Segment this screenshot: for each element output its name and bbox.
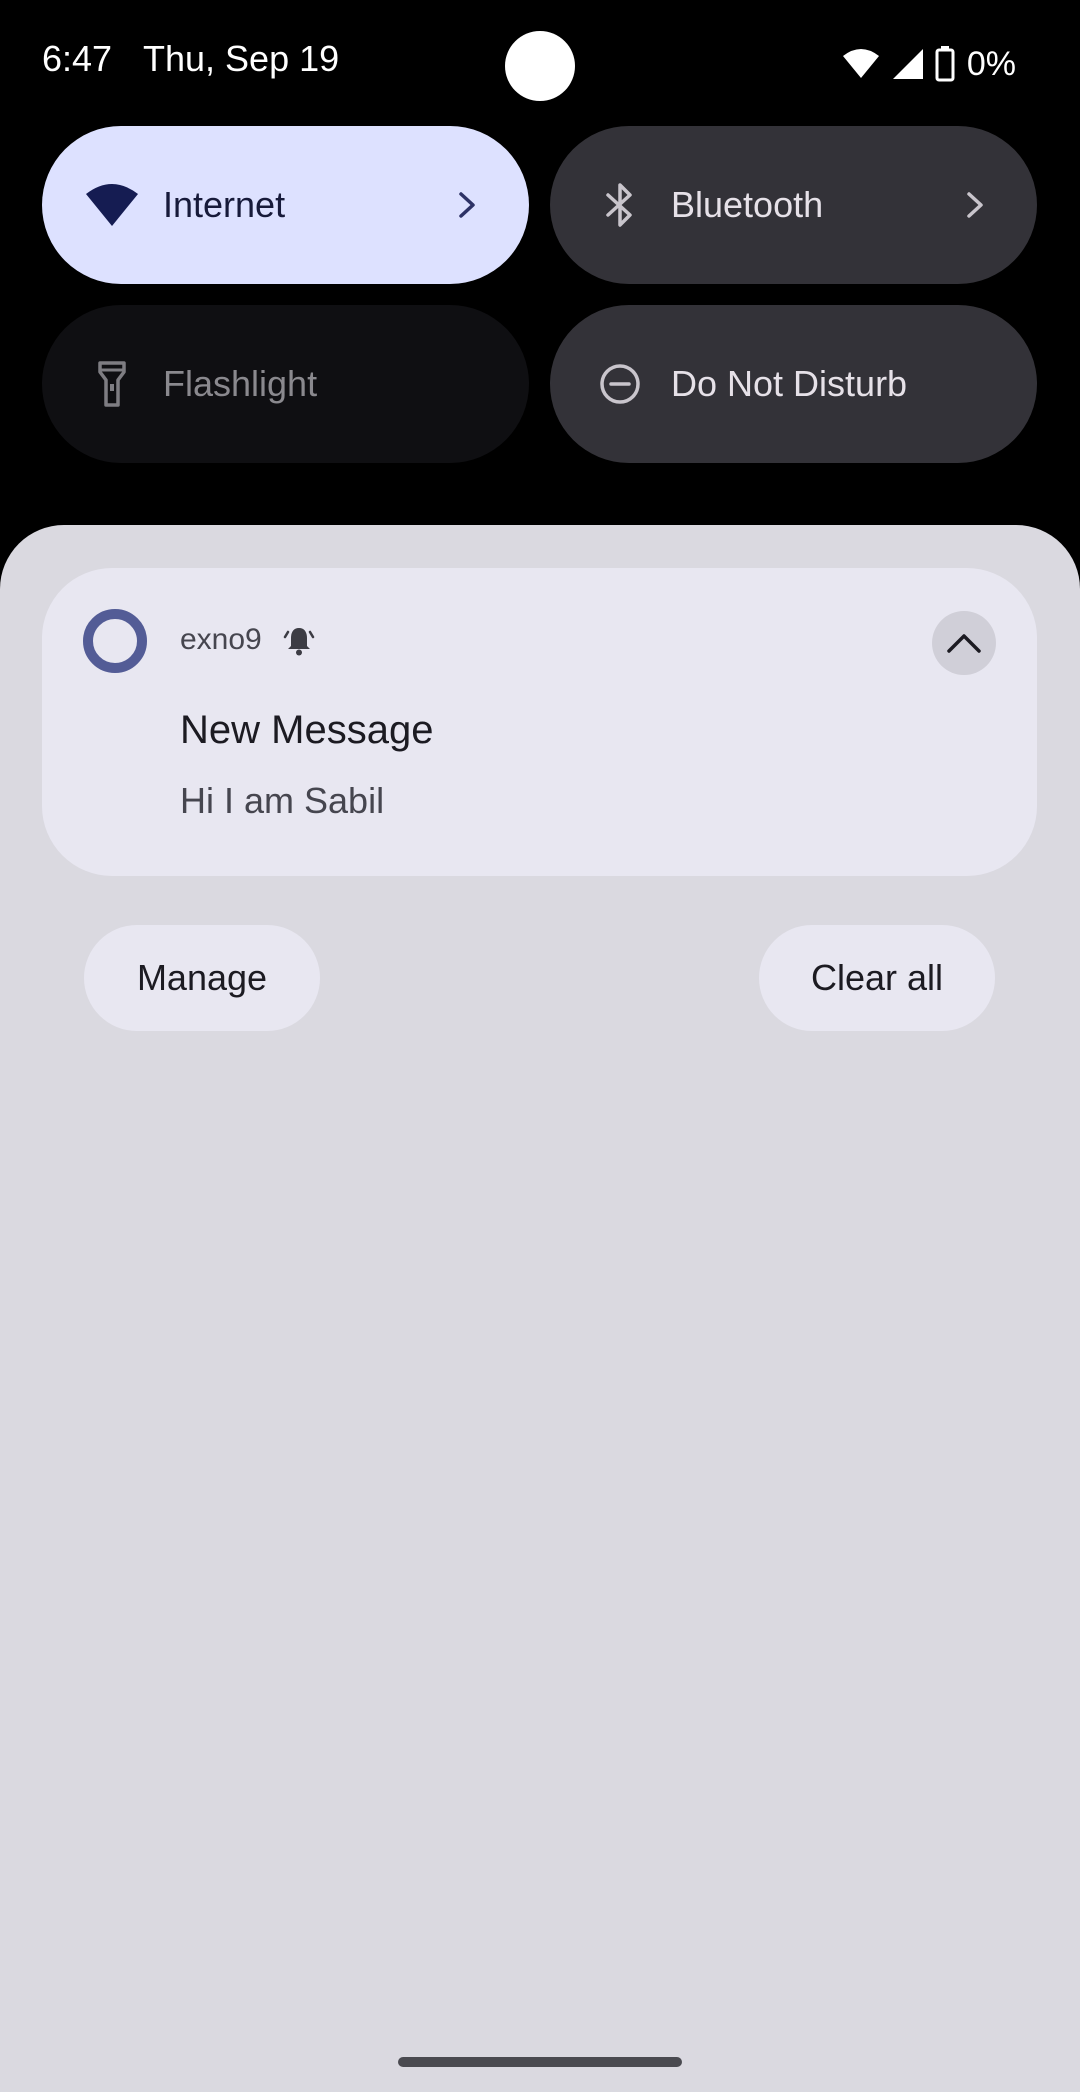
notification-title: New Message [180,708,434,752]
do-not-disturb-icon [592,356,648,412]
tile-do-not-disturb-label: Do Not Disturb [671,363,908,404]
chevron-right-icon[interactable] [955,185,995,225]
battery-percentage: 0% [966,44,1016,83]
tile-do-not-disturb[interactable]: Do Not Disturb [550,305,1037,463]
flashlight-icon [84,356,140,412]
bell-icon [282,624,316,658]
tile-internet[interactable]: Internet [42,126,529,284]
tile-internet-label: Internet [163,184,286,225]
chevron-up-icon [947,634,981,653]
status-icons: 0% [841,44,1016,84]
notification-app-name: exno9 [180,623,262,656]
status-date: Thu, Sep 19 [143,38,340,79]
notification-shade: exno9 New Message Hi I am Sabil Manage C… [0,525,1080,2092]
home-indicator[interactable] [398,2057,682,2067]
notification-shade-screen: 6:47 Thu, Sep 19 0% Internet Bluetooth F… [0,0,1080,2092]
battery-icon [935,46,955,82]
bluetooth-icon [592,177,648,233]
wifi-icon [84,177,140,233]
wifi-icon [842,49,879,78]
status-bar: 6:47 Thu, Sep 19 0% [0,0,1080,126]
manage-button[interactable]: Manage [84,925,320,1031]
clear-all-button[interactable]: Clear all [759,925,995,1031]
chevron-right-icon[interactable] [447,185,487,225]
status-time: 6:47 [42,38,113,79]
notification-card[interactable]: exno9 New Message Hi I am Sabil [42,568,1037,876]
collapse-notification-button[interactable] [932,611,996,675]
tile-bluetooth[interactable]: Bluetooth [550,126,1037,284]
tile-flashlight-label: Flashlight [163,363,318,404]
app-icon [83,609,147,673]
tile-flashlight[interactable]: Flashlight [42,305,529,463]
camera-cutout [505,31,575,101]
tile-bluetooth-label: Bluetooth [671,184,824,225]
notification-text: Hi I am Sabil [180,780,385,821]
cell-signal-icon [892,49,923,79]
